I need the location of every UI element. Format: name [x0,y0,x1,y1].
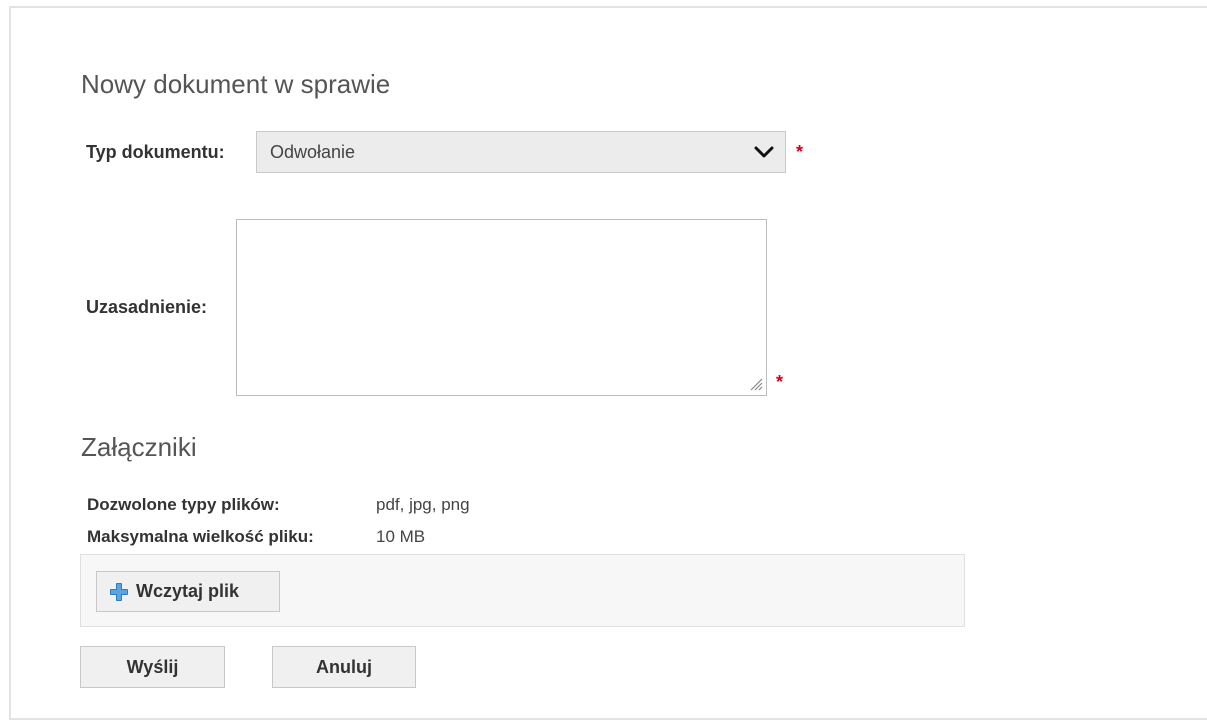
max-size-label: Maksymalna wielkość pliku: [87,527,314,546]
document-type-label: Typ dokumentu: [86,142,225,162]
cancel-button[interactable]: Anuluj [272,646,416,688]
justification-required-mark: * [776,372,784,392]
allowed-types-label: Dozwolone typy plików: [87,495,280,514]
allowed-types-value: pdf, jpg, png [376,495,470,514]
page-title: Nowy dokument w sprawie [81,69,391,99]
plus-icon [110,582,128,601]
justification-label: Uzasadnienie: [86,297,208,317]
document-type-required-mark: * [796,142,804,162]
attachments-title: Załączniki [81,432,197,462]
resize-grip-icon[interactable] [749,377,763,391]
upload-file-button[interactable]: Wczytaj plik [96,571,280,612]
document-type-selected-value: Odwołanie [270,141,356,162]
send-button[interactable]: Wyślij [80,646,225,688]
document-type-select[interactable]: Odwołanie [256,131,786,173]
upload-file-label: Wczytaj plik [136,581,240,601]
max-size-value: 10 MB [376,527,426,546]
justification-textarea[interactable] [236,219,767,396]
chevron-down-icon [754,146,774,158]
